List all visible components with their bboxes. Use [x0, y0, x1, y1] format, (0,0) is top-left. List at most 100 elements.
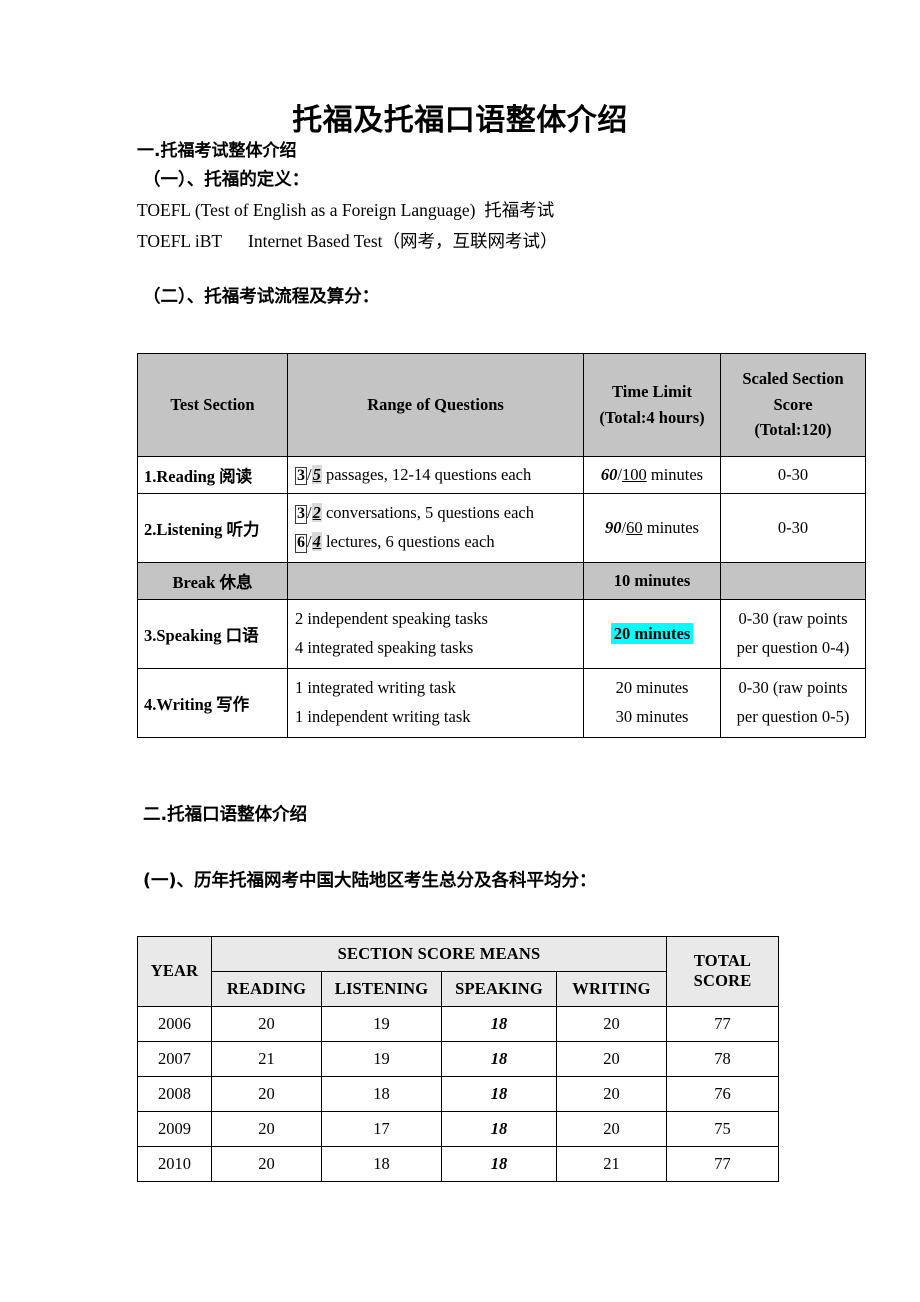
- header-total-score: TOTAL SCORE: [666, 935, 780, 1007]
- highlighted-time-value: 20 minutes: [610, 622, 694, 644]
- speaking-score-line2: per question 0-4): [736, 637, 850, 657]
- cell-speaking: 18: [441, 1075, 557, 1112]
- header-scaled-score: Scaled Section Score (Total:120): [720, 352, 866, 457]
- section-heading-one: 一.托福考试整体介绍: [137, 140, 297, 161]
- cell-speaking: 18: [441, 1005, 557, 1042]
- edited-new-value: 5: [311, 464, 322, 484]
- row-label-writing: 4.Writing 写作: [137, 667, 288, 738]
- writing-task-line1: 1 integrated writing task: [295, 677, 456, 697]
- cell-writing: 20: [555, 1005, 668, 1042]
- cell-listening: 19: [321, 1005, 442, 1042]
- cell-listening: 18: [321, 1075, 442, 1112]
- cell-total: 77: [666, 1145, 780, 1182]
- header-time-limit-line2: (Total:4 hours): [599, 407, 705, 427]
- cell-reading: 20: [211, 1075, 322, 1112]
- table-row: 2006 20 19 18 20 77: [137, 1005, 780, 1042]
- cell-writing-tasks: 1 integrated writing task 1 independent …: [287, 667, 584, 738]
- edited-old-time: 60: [600, 464, 618, 484]
- table-row: 2009 20 17 18 20 75: [137, 1110, 780, 1147]
- cell-listening-time: 90/60 minutes: [583, 493, 721, 564]
- cell-reading-score: 0-30: [720, 455, 866, 495]
- header-scaled-score-line3: (Total:120): [754, 420, 832, 440]
- header-scaled-score-line2: Score: [773, 394, 813, 414]
- edited-new-time: 100: [621, 464, 647, 484]
- score-table-header-row-1: YEAR SECTION SCORE MEANS TOTAL SCORE: [137, 935, 780, 1007]
- cell-listening: 19: [321, 1040, 442, 1077]
- header-reading: READING: [211, 970, 322, 1007]
- table-row-break: Break 休息 10 minutes: [137, 562, 866, 601]
- exam-flow-table-wrapper: Test Section Range of Questions Time Lim…: [55, 352, 866, 738]
- header-range-of-questions: Range of Questions: [287, 352, 584, 457]
- cell-speaking-score: 0-30 (raw points per question 0-4): [720, 599, 866, 669]
- edited-new-value: 4: [311, 532, 322, 552]
- listening-questions-text-1: conversations, 5 questions each: [321, 503, 534, 523]
- row-label-listening: 2.Listening 听力: [137, 493, 288, 564]
- table-row-listening: 2.Listening 听力 3/2 conversations, 5 ques…: [137, 493, 866, 564]
- writing-time-line2: 30 minutes: [615, 706, 689, 726]
- cell-speaking-tasks: 2 independent speaking tasks 4 integrate…: [287, 599, 584, 669]
- cell-year: 2010: [137, 1145, 212, 1182]
- cell-writing: 20: [555, 1110, 668, 1147]
- cell-reading: 20: [211, 1110, 322, 1147]
- speaking-score-line1: 0-30 (raw points: [738, 609, 848, 629]
- cell-reading: 21: [211, 1040, 322, 1077]
- section-heading-two: 二.托福口语整体介绍: [143, 804, 308, 825]
- listening-questions-line2: 6/4 lectures, 6 questions each: [295, 532, 495, 553]
- edited-new-time: 60: [626, 517, 643, 537]
- table-row: 2010 20 18 18 21 77: [137, 1145, 780, 1182]
- cell-reading: 20: [211, 1145, 322, 1182]
- edited-old-value: 6: [295, 534, 307, 553]
- cell-reading: 20: [211, 1005, 322, 1042]
- cell-listening-score: 0-30: [720, 493, 866, 564]
- listening-questions-text-2: lectures, 6 questions each: [321, 532, 495, 552]
- cell-reading-questions-text: passages, 12-14 questions each: [321, 464, 532, 484]
- definition-line-2: TOEFL iBT Internet Based Test（网考，互联网考试）: [137, 230, 558, 251]
- writing-task-line2: 1 independent writing task: [295, 706, 471, 726]
- header-section-score-means: SECTION SCORE MEANS: [210, 935, 668, 972]
- cell-break-score-empty: [720, 562, 866, 601]
- cell-year: 2006: [137, 1005, 212, 1042]
- cell-reading-time: 60/100 minutes: [583, 455, 721, 495]
- cell-total: 78: [666, 1040, 780, 1077]
- document-page: 托福及托福口语整体介绍 一.托福考试整体介绍 （一）、托福的定义： TOEFL …: [0, 0, 920, 1302]
- time-unit: minutes: [642, 517, 699, 537]
- writing-time-line1: 20 minutes: [615, 677, 689, 697]
- table-row: 2007 21 19 18 20 78: [137, 1040, 780, 1077]
- row-label-break: Break 休息: [137, 562, 288, 601]
- header-year: YEAR: [137, 935, 212, 1007]
- header-time-limit-line1: Time Limit: [612, 382, 692, 401]
- header-scaled-score-line1: Scaled Section: [742, 369, 844, 389]
- table-row: 2008 20 18 18 20 76: [137, 1075, 780, 1112]
- table-row-speaking: 3.Speaking 口语 2 independent speaking tas…: [137, 599, 866, 669]
- header-speaking: SPEAKING: [441, 970, 557, 1007]
- cell-writing: 20: [555, 1075, 668, 1112]
- cell-writing: 21: [555, 1145, 668, 1182]
- cell-break-time: 10 minutes: [583, 562, 721, 601]
- row-label-reading: 1.Reading 阅读: [137, 455, 288, 495]
- header-writing: WRITING: [555, 970, 668, 1007]
- score-table-wrapper: YEAR SECTION SCORE MEANS TOTAL SCORE REA…: [55, 935, 865, 1182]
- table-row-writing: 4.Writing 写作 1 integrated writing task 1…: [137, 667, 866, 738]
- cell-writing-score: 0-30 (raw points per question 0-5): [720, 667, 866, 738]
- cell-writing-time: 20 minutes 30 minutes: [583, 667, 721, 738]
- cell-year: 2009: [137, 1110, 212, 1147]
- header-total-score-line1: TOTAL: [693, 951, 752, 971]
- definition-line-1: TOEFL (Test of English as a Foreign Lang…: [137, 200, 555, 221]
- cell-total: 76: [666, 1075, 780, 1112]
- cell-speaking: 18: [441, 1110, 557, 1147]
- cell-total: 77: [666, 1005, 780, 1042]
- edited-old-value: 3: [295, 466, 307, 486]
- cell-reading-questions: 3/5 passages, 12-14 questions each: [287, 455, 584, 495]
- edited-old-time: 90: [605, 517, 622, 537]
- cell-break-empty: [287, 562, 584, 601]
- cell-total: 75: [666, 1110, 780, 1147]
- time-unit: minutes: [646, 464, 704, 484]
- cell-listening: 17: [321, 1110, 442, 1147]
- subsection-heading-exam-flow: （二）、托福考试流程及算分：: [143, 287, 380, 308]
- header-test-section: Test Section: [137, 352, 288, 457]
- writing-score-line1: 0-30 (raw points: [738, 677, 848, 697]
